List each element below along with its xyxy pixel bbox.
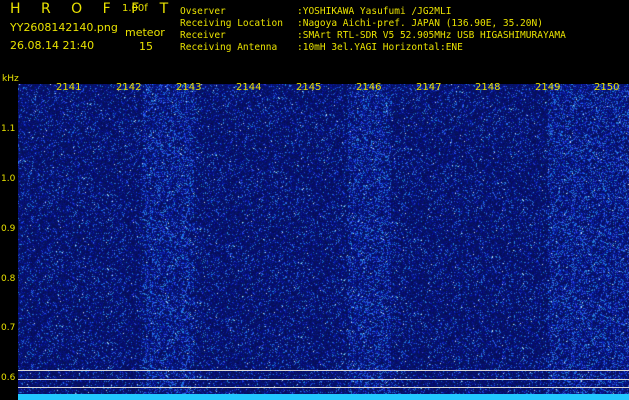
info-key: Ovserver (180, 6, 226, 17)
y-tick-label: 1.0 (1, 174, 16, 184)
spectrogram-window: H R O F F T 1.00f YY2608142140.png 26.08… (0, 0, 629, 400)
x-tick-label: 2148 (475, 82, 501, 93)
file-name: YY2608142140.png (10, 21, 118, 34)
x-tick-label: 2150 (594, 82, 620, 93)
x-tick-label: 2145 (296, 82, 322, 93)
info-observer: Ovserver :YOSHIKAWA Yasufumi /JG2MLI (180, 6, 451, 18)
info-antenna: Receiving Antenna :10mH 3el.YAGI Horizont… (180, 42, 463, 54)
info-key: Receiver (180, 30, 226, 41)
marker-line (18, 379, 629, 380)
y-tick-label: 0.9 (1, 224, 16, 234)
signal-level-bar (18, 394, 629, 400)
info-value: :10mH 3el.YAGI Horizontal:ENE (297, 42, 463, 53)
meteor-count: 15 (139, 40, 153, 53)
y-tick-label: 0.8 (1, 274, 16, 284)
x-tick-label: 2141 (56, 82, 82, 93)
spectrogram-noise (18, 84, 629, 400)
x-tick-label: 2147 (416, 82, 442, 93)
marker-line (18, 370, 629, 371)
info-value: :YOSHIKAWA Yasufumi /JG2MLI (297, 6, 452, 17)
capture-datetime: 26.08.14 21:40 (10, 39, 95, 52)
x-tick-label: 2146 (356, 82, 382, 93)
info-value: :SMArt RTL-SDR V5 52.905MHz USB HIGASHIM… (297, 30, 566, 41)
app-version: 1.00f (122, 3, 148, 14)
x-tick-label: 2149 (535, 82, 561, 93)
x-tick-label: 2142 (116, 82, 142, 93)
meteor-label: meteor (125, 26, 165, 39)
y-tick-label: 0.7 (1, 323, 16, 333)
spectrogram-plot (18, 84, 629, 400)
info-key: Receiving Location (180, 18, 283, 29)
x-tick-label: 2144 (236, 82, 262, 93)
y-tick-label: 1.1 (1, 124, 16, 134)
info-key: Receiving Antenna (180, 42, 278, 53)
x-tick-label: 2143 (176, 82, 202, 93)
info-receiver: Receiver :SMArt RTL-SDR V5 52.905MHz USB … (180, 30, 566, 42)
marker-line (18, 387, 629, 388)
app-brand: H R O F F T (10, 1, 177, 17)
y-tick-label: 0.6 (1, 373, 16, 383)
info-location: Receiving Location :Nagoya Aichi-pref. JA… (180, 18, 543, 30)
y-axis-unit: kHz (2, 74, 19, 84)
info-value: :Nagoya Aichi-pref. JAPAN (136.90E, 35.2… (297, 18, 543, 29)
